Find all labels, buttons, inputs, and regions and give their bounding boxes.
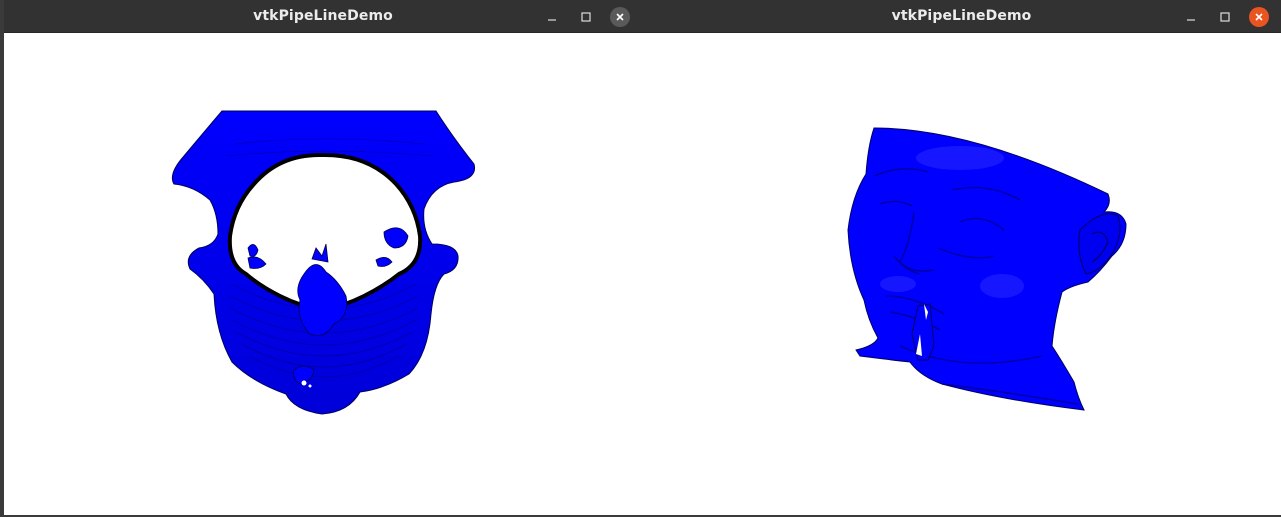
close-button[interactable] xyxy=(1247,5,1271,29)
close-icon xyxy=(610,6,630,27)
render-viewport[interactable] xyxy=(4,34,642,515)
render-viewport[interactable] xyxy=(642,34,1281,515)
head-isosurface-back-view xyxy=(171,110,476,415)
minimize-icon xyxy=(548,18,556,21)
window-titlebar[interactable]: vtkPipeLineDemo xyxy=(4,0,642,33)
maximize-icon xyxy=(1220,11,1230,22)
window-controls xyxy=(540,0,632,33)
minimize-icon xyxy=(1187,18,1195,21)
head-isosurface-front-view xyxy=(847,127,1127,411)
window-title: vtkPipeLineDemo xyxy=(891,8,1032,24)
minimize-button[interactable] xyxy=(1179,5,1203,29)
minimize-button[interactable] xyxy=(540,5,564,29)
window-titlebar[interactable]: vtkPipeLineDemo xyxy=(642,0,1281,33)
maximize-icon xyxy=(581,11,591,22)
window-controls xyxy=(1179,0,1271,33)
close-icon xyxy=(1249,6,1269,27)
vtk-window-right: vtkPipeLineDemo xyxy=(642,0,1281,515)
vtk-window-left: vtkPipeLineDemo xyxy=(4,0,642,515)
window-title: vtkPipeLineDemo xyxy=(253,8,393,24)
maximize-button[interactable] xyxy=(1213,5,1237,29)
maximize-button[interactable] xyxy=(574,5,598,29)
close-button[interactable] xyxy=(608,5,632,29)
